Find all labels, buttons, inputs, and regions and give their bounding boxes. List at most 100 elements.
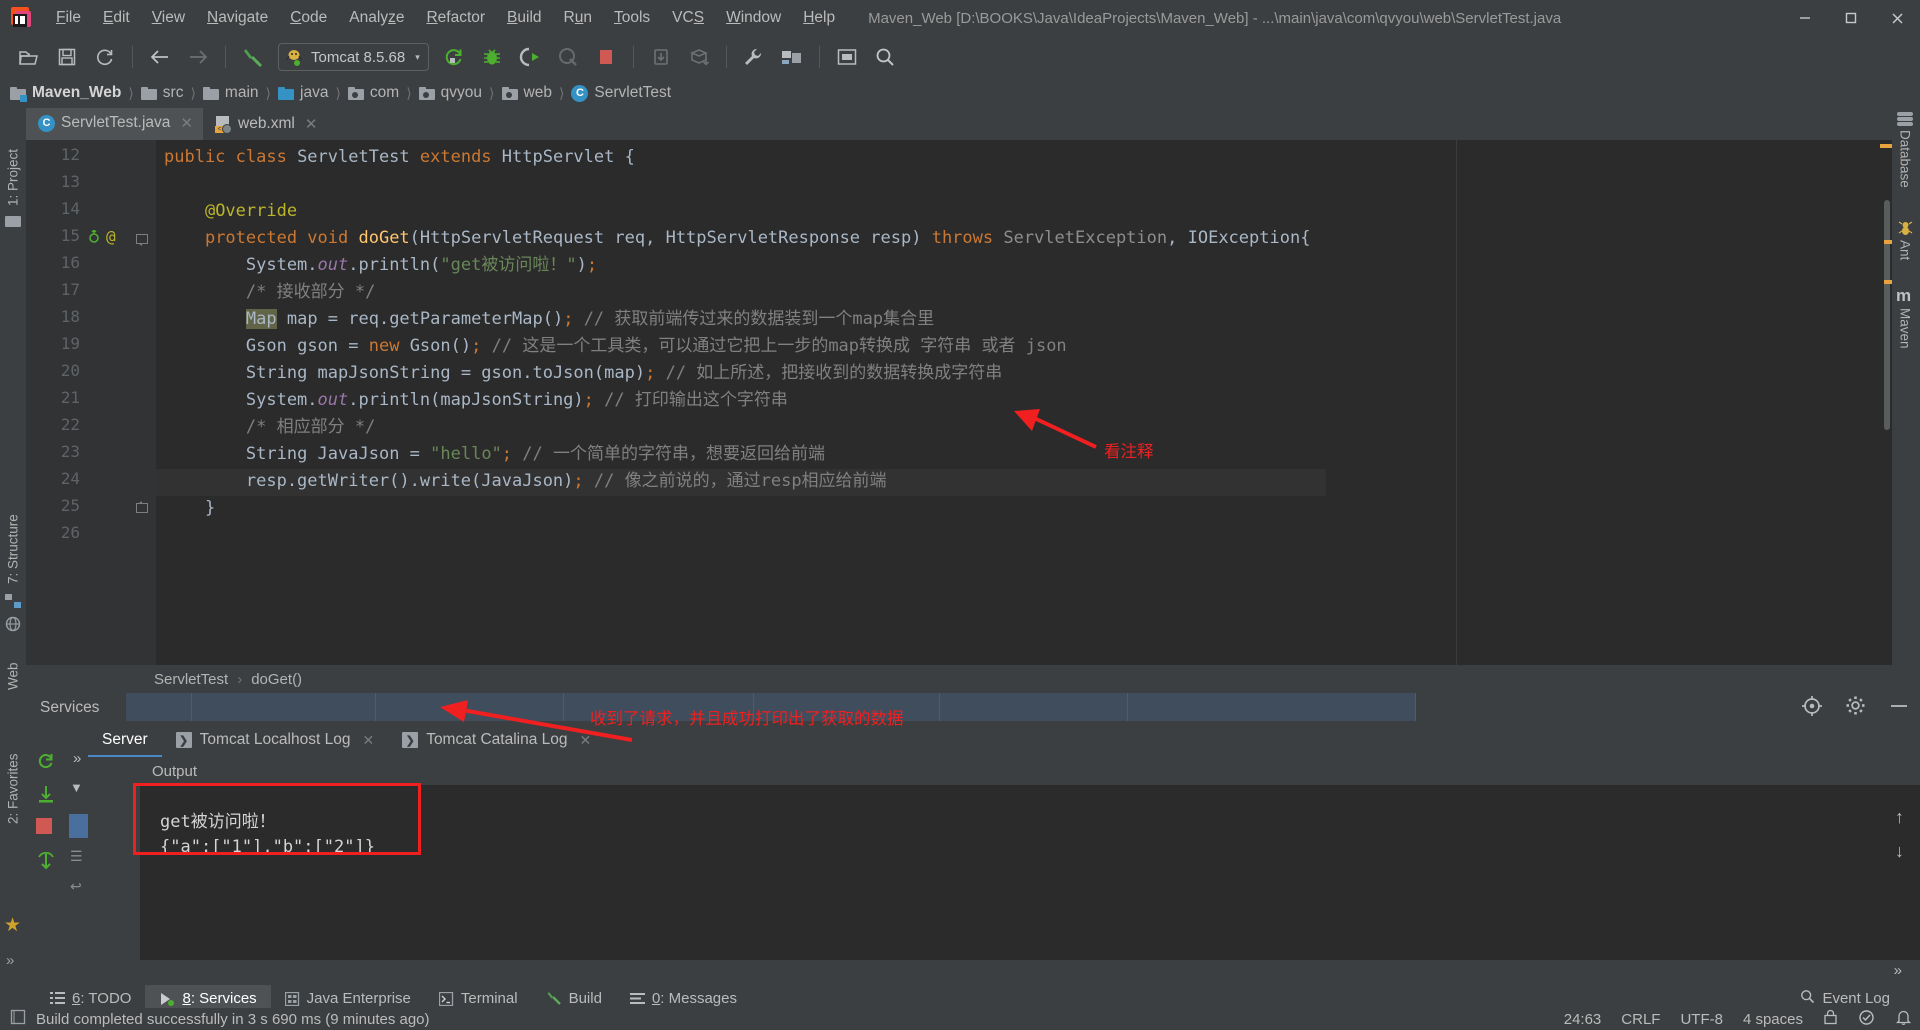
save-icon[interactable]: [50, 41, 84, 73]
chevron-down-icon[interactable]: ▾: [415, 52, 420, 63]
select-opened-file-icon[interactable]: [830, 41, 864, 73]
inspection-marker-warning-2[interactable]: [1884, 240, 1892, 244]
services-tab-label: Tomcat Localhost Log: [199, 731, 351, 748]
settings-wrench-icon[interactable]: [737, 41, 771, 73]
inspection-marker-warning[interactable]: [1880, 144, 1892, 148]
editor-tab-servlettest[interactable]: C ServletTest.java ✕: [26, 108, 203, 140]
annotation-code-note: 看注释: [1104, 443, 1154, 461]
sidebar-item-database[interactable]: Database: [1892, 130, 1918, 214]
menu-item-refactor[interactable]: Refactor: [415, 4, 496, 32]
build-hammer-icon[interactable]: [236, 41, 270, 73]
debug-icon[interactable]: [475, 41, 509, 73]
services-tab-server[interactable]: Server: [88, 723, 162, 757]
scrollbar-thumb[interactable]: [1884, 200, 1890, 430]
method-breadcrumb-class[interactable]: ServletTest: [154, 671, 228, 688]
filter-icon[interactable]: ☰: [70, 848, 83, 865]
menu-item-view[interactable]: View: [141, 4, 196, 32]
breadcrumb-item-main[interactable]: main: [202, 84, 259, 102]
collapse-icon[interactable]: ▼: [70, 780, 83, 795]
breadcrumb-item-servlettest[interactable]: C ServletTest: [571, 84, 671, 102]
expand-tool-window-icon[interactable]: »: [1894, 962, 1902, 979]
close-icon[interactable]: ✕: [305, 115, 318, 133]
locate-icon[interactable]: [1801, 695, 1823, 722]
code-line-17: /* 接收部分 */: [245, 282, 376, 302]
breadcrumb-item-maven-web[interactable]: Maven_Web: [10, 84, 121, 102]
status-encoding[interactable]: UTF-8: [1680, 1011, 1723, 1028]
breadcrumb-item-web[interactable]: web: [501, 84, 552, 102]
close-icon[interactable]: ✕: [362, 732, 374, 749]
rerun-service-icon[interactable]: [36, 752, 56, 777]
method-breadcrumb: ServletTest › doGet(): [26, 665, 1892, 693]
title-bar: FFileile Edit View Navigate Code Analyze…: [0, 0, 1920, 36]
deploy-icon[interactable]: [36, 784, 56, 809]
rerun-icon[interactable]: [437, 41, 471, 73]
run-with-coverage-icon[interactable]: [513, 41, 547, 73]
search-everywhere-icon[interactable]: [868, 41, 902, 73]
settings-gear-icon[interactable]: [1845, 695, 1866, 721]
more-actions-icon[interactable]: »: [73, 750, 81, 767]
tool-window-label: 0: Messages: [651, 990, 737, 1007]
event-log-button[interactable]: Event Log: [1800, 985, 1890, 1012]
menu-item-edit[interactable]: Edit: [92, 4, 141, 32]
menu-item-window[interactable]: Window: [715, 4, 792, 32]
status-memory-icon[interactable]: [10, 1009, 26, 1029]
sidebar-item-project[interactable]: 1: Project: [0, 114, 26, 206]
fold-end-icon[interactable]: [136, 498, 148, 518]
breadcrumb-item-src[interactable]: src: [140, 84, 183, 102]
project-structure-icon[interactable]: [775, 41, 809, 73]
code-editor[interactable]: 12 13 14 15 16 17 18 19 20 21 22 23 24 2…: [26, 140, 1892, 665]
menu-item-help[interactable]: Help: [792, 4, 846, 32]
breadcrumb-label: main: [224, 84, 259, 101]
breadcrumb-item-com[interactable]: com: [347, 84, 399, 102]
stop-service-icon[interactable]: [36, 818, 52, 834]
override-method-marker-icon[interactable]: [88, 228, 101, 248]
menu-item-tools[interactable]: Tools: [603, 4, 661, 32]
sidebar-item-structure[interactable]: 7: Structure: [0, 478, 26, 584]
status-bar: Build completed successfully in 3 s 690 …: [0, 1008, 1920, 1030]
run-configuration-selector[interactable]: Tomcat 8.5.68 ▾: [278, 43, 429, 71]
method-breadcrumb-method[interactable]: doGet(): [251, 671, 302, 688]
close-icon[interactable]: ✕: [180, 114, 193, 132]
sidebar-item-favorites[interactable]: 2: Favorites: [0, 706, 26, 824]
breadcrumb-item-qvyou[interactable]: qvyou: [418, 84, 482, 102]
breadcrumb-item-java[interactable]: java: [278, 84, 328, 102]
menu-item-file[interactable]: FFileile: [45, 4, 92, 32]
sidebar-item-maven[interactable]: Maven: [1892, 308, 1918, 370]
sidebar-item-web[interactable]: Web: [0, 638, 26, 690]
status-caret-position[interactable]: 24:63: [1564, 1011, 1602, 1028]
editor-gutter[interactable]: 12 13 14 15 16 17 18 19 20 21 22 23 24 2…: [26, 140, 156, 665]
scroll-down-icon[interactable]: ↓: [1895, 841, 1904, 862]
maximize-button[interactable]: [1828, 0, 1874, 36]
menu-item-run[interactable]: Run: [553, 4, 603, 32]
minimize-button[interactable]: [1782, 0, 1828, 36]
back-arrow-icon[interactable]: [143, 41, 177, 73]
database-stack-icon: [1897, 112, 1913, 126]
soft-wrap-icon[interactable]: ↩: [70, 878, 82, 895]
menu-item-analyze[interactable]: Analyze: [338, 4, 415, 32]
menu-item-code[interactable]: Code: [279, 4, 338, 32]
restart-icon[interactable]: [36, 851, 56, 879]
close-button[interactable]: [1874, 0, 1920, 36]
code-text-area[interactable]: public class ServletTest extends HttpSer…: [156, 140, 1892, 665]
editor-tab-webxml[interactable]: < web.xml ✕: [203, 108, 327, 140]
status-line-separator[interactable]: CRLF: [1621, 1011, 1660, 1028]
services-tab-tomcat-localhost-log[interactable]: ❯ Tomcat Localhost Log ✕: [162, 723, 389, 757]
fold-collapse-icon[interactable]: [136, 231, 148, 251]
inspection-marker-warning-3[interactable]: [1884, 280, 1892, 284]
menu-item-build[interactable]: Build: [496, 4, 552, 32]
code-line-22: /* 相应部分 */: [245, 417, 376, 437]
scroll-up-icon[interactable]: ↑: [1895, 807, 1904, 828]
forward-arrow-icon[interactable]: [181, 41, 215, 73]
editor-scrollbar[interactable]: [1882, 140, 1892, 665]
sync-icon[interactable]: [88, 41, 122, 73]
status-indent[interactable]: 4 spaces: [1743, 1011, 1803, 1028]
stop-icon[interactable]: [589, 41, 623, 73]
open-folder-icon[interactable]: [12, 41, 46, 73]
notification-icon[interactable]: [1895, 1009, 1912, 1030]
sidebar-item-ant[interactable]: Ant: [1892, 240, 1918, 278]
menu-item-vcs[interactable]: VCS: [661, 4, 715, 32]
lock-icon[interactable]: [1823, 1009, 1838, 1029]
hide-icon[interactable]: [1888, 695, 1910, 722]
expand-more-icon[interactable]: »: [6, 952, 14, 969]
menu-item-navigate[interactable]: Navigate: [196, 4, 279, 32]
